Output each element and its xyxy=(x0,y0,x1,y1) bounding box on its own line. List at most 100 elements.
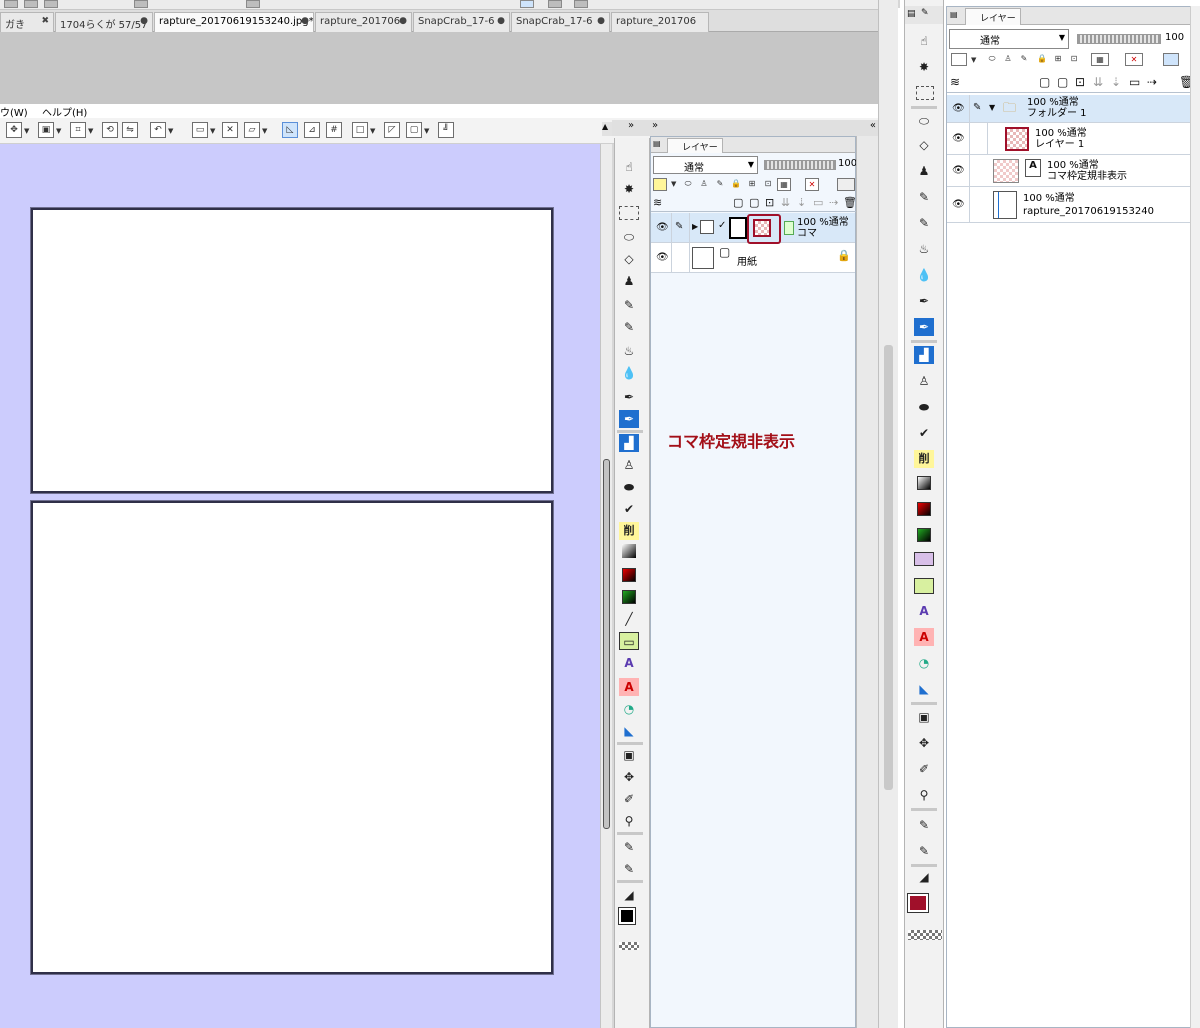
ruler-hide-icon[interactable]: ✕ xyxy=(805,178,819,191)
text-a-red-icon[interactable]: A xyxy=(619,678,639,696)
text-tool-icon[interactable]: 削 xyxy=(914,450,934,468)
drop-icon[interactable]: 💧 xyxy=(619,364,639,382)
special-ruler-icon[interactable]: ⊿ xyxy=(304,122,320,138)
folder-icon[interactable]: ▭ xyxy=(192,122,208,138)
close-icon[interactable]: ● xyxy=(301,16,309,26)
lasso-fill-icon[interactable]: ⬬ xyxy=(914,398,934,416)
dropper-icon[interactable]: ⚲ xyxy=(914,786,934,804)
frame-tool-icon[interactable] xyxy=(914,552,934,566)
frame-border-icon[interactable] xyxy=(914,578,934,594)
text-tool-icon[interactable]: 削 xyxy=(619,522,639,540)
grid-icon[interactable] xyxy=(574,0,588,8)
layer-row-folder[interactable]: 👁 ✎ ▼ 🗀 100 %通常 フォルダー 1 xyxy=(947,95,1199,123)
palette-icon[interactable]: ▦ xyxy=(777,178,791,191)
line-icon[interactable]: ╱ xyxy=(619,610,639,628)
eraser2-icon[interactable]: ◇ xyxy=(619,250,639,268)
right-window-scrollbar[interactable] xyxy=(878,0,898,1028)
grid-snap-icon[interactable]: # xyxy=(326,122,342,138)
clip-icon[interactable]: ✎ xyxy=(713,178,727,191)
diagonal-icon[interactable]: ◸ xyxy=(384,122,400,138)
text-a-icon[interactable]: A xyxy=(914,602,934,620)
fill-bucket-icon[interactable]: ▟ xyxy=(914,346,934,364)
ref-icon[interactable]: ♙ xyxy=(1001,53,1015,66)
mask-add-icon[interactable]: ▭ xyxy=(1129,75,1140,89)
blend-mode-select[interactable]: 通常 ▼ xyxy=(949,29,1069,49)
new-icon[interactable] xyxy=(4,0,18,8)
scale-icon[interactable]: ⌗ xyxy=(70,122,86,138)
brush-sub2-icon[interactable]: ✎ xyxy=(619,860,639,878)
new-vector-icon[interactable]: ▢ xyxy=(1057,75,1068,89)
clear-icon[interactable]: ✕ xyxy=(222,122,238,138)
lock-icon[interactable]: 🔒 xyxy=(837,249,851,262)
undo-icon[interactable]: ↶ xyxy=(150,122,166,138)
blank-icon[interactable] xyxy=(837,178,855,191)
frame-tool-icon[interactable]: ▭ xyxy=(619,632,639,650)
merge-down-icon[interactable]: ⇣ xyxy=(1111,75,1121,89)
close-icon[interactable]: ● xyxy=(140,16,148,26)
new-folder-icon[interactable]: ⊡ xyxy=(765,196,774,209)
hand-icon[interactable]: ☝ xyxy=(619,158,639,176)
move-icon[interactable]: ✥ xyxy=(619,768,639,786)
clip-icon[interactable]: ✎ xyxy=(1017,53,1031,66)
eye-icon[interactable]: 👁 xyxy=(952,103,965,114)
color-swatch-icon[interactable] xyxy=(653,178,667,191)
eye-icon[interactable]: 👁 xyxy=(656,222,669,233)
tab-5[interactable]: SnapCrab_17-6 ● xyxy=(511,12,610,32)
hand-icon[interactable]: ☝ xyxy=(914,32,934,50)
transfer-down-icon[interactable]: ⇊ xyxy=(781,196,790,209)
expand-panel-icon[interactable]: » xyxy=(612,120,650,136)
eye-icon[interactable]: 👁 xyxy=(952,165,965,176)
stamp-icon[interactable]: ♟ xyxy=(619,272,639,290)
lock-icon[interactable]: 🔒 xyxy=(729,178,743,191)
drop-icon[interactable]: 💧 xyxy=(914,266,934,284)
close-icon[interactable]: ● xyxy=(597,16,605,26)
brush-sub-icon[interactable]: ✎ xyxy=(619,838,639,856)
rotate-icon[interactable]: ⟲ xyxy=(102,122,118,138)
lock-alpha-icon[interactable]: ⊞ xyxy=(1051,53,1065,66)
tab-1[interactable]: 1704らくが 57/57 ● xyxy=(55,12,153,32)
palette-icon[interactable]: ▦ xyxy=(1091,53,1109,66)
opacity-slider[interactable] xyxy=(1077,34,1161,44)
menu-window[interactable]: ウ(W) xyxy=(0,104,28,119)
corner-icon[interactable]: ╝ xyxy=(438,122,454,138)
tab-layer[interactable]: レイヤー xyxy=(667,138,723,153)
selection-icon[interactable] xyxy=(619,206,639,220)
eye-icon[interactable]: 👁 xyxy=(952,133,965,144)
layer-row-text[interactable]: 👁 A 100 %通常 コマ枠定規非表示 xyxy=(947,155,1199,187)
lock-alpha-icon[interactable]: ⊞ xyxy=(745,178,759,191)
pick-color-icon[interactable]: ♙ xyxy=(914,372,934,390)
tab-3[interactable]: rapture_201706 ● xyxy=(315,12,412,32)
panel-collapse-icon[interactable]: ▲ xyxy=(602,122,612,136)
airbrush-icon[interactable]: ♨ xyxy=(914,240,934,258)
correct-line-icon[interactable]: ✐ xyxy=(914,760,934,778)
fill-bucket-icon[interactable]: ▟ xyxy=(619,434,639,452)
brush-sub-icon[interactable]: ✎ xyxy=(914,816,934,834)
tab-0[interactable]: ガき ✖ xyxy=(0,12,54,32)
object-icon[interactable]: ▣ xyxy=(619,746,639,764)
new-layer-icon[interactable]: ▢ xyxy=(733,196,743,209)
ref-icon[interactable]: ♙ xyxy=(697,178,711,191)
lock-ref-icon[interactable]: ⊡ xyxy=(1067,53,1081,66)
layers-icon[interactable]: ≋ xyxy=(950,75,960,89)
zoom-icon[interactable]: ✸ xyxy=(914,58,934,76)
transparent-color-swatch[interactable] xyxy=(619,942,639,950)
main-color-swatch[interactable] xyxy=(907,893,929,913)
new-folder-icon[interactable]: ⊡ xyxy=(1075,75,1085,89)
apply-mask-icon[interactable]: ⇢ xyxy=(1147,75,1157,89)
new-layer-icon[interactable]: ▢ xyxy=(1039,75,1050,89)
check-icon[interactable]: ✔ xyxy=(914,424,934,442)
transparent-color-swatch[interactable] xyxy=(908,930,942,940)
scroll-thumb[interactable] xyxy=(603,459,610,829)
transform-icon[interactable]: ✥ xyxy=(6,122,22,138)
check-icon[interactable]: ✔ xyxy=(619,500,639,518)
brush-sub2-icon[interactable]: ✎ xyxy=(914,842,934,860)
gradient-icon[interactable] xyxy=(917,476,931,490)
zoom-icon[interactable]: ✸ xyxy=(619,180,639,198)
main-color-swatch[interactable] xyxy=(618,907,636,925)
layer-move-icon[interactable]: ▣ xyxy=(38,122,54,138)
copy-icon[interactable] xyxy=(134,0,148,8)
navigator-icon[interactable]: ◢ xyxy=(914,868,934,886)
object-icon[interactable]: ▣ xyxy=(914,708,934,726)
text-a-icon[interactable]: A xyxy=(619,654,639,672)
correct-line-icon[interactable]: ✐ xyxy=(619,790,639,808)
